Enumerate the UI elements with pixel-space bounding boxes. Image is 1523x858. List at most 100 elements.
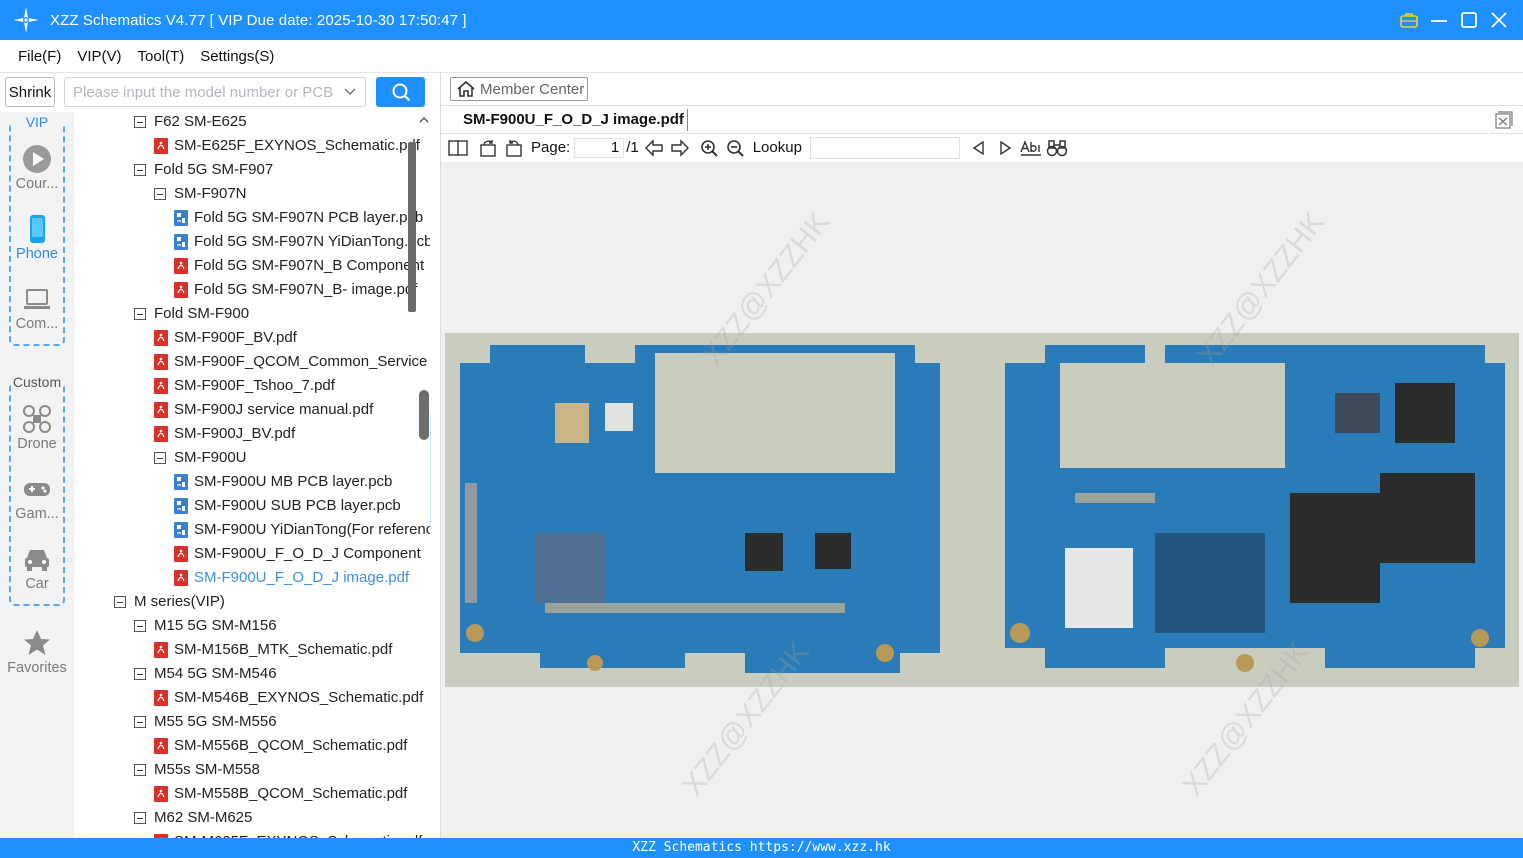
model-tree[interactable]: F62 SM-E625 SM-E625F_EXYNOS_Schematic.pdf… — [74, 112, 430, 838]
find-previous-button[interactable] — [966, 137, 992, 159]
tree-file-row[interactable]: SM-M625F_EXYNOS_Schematic.pdf — [154, 830, 430, 838]
vip-bag-button[interactable] — [1399, 6, 1419, 34]
rotate-right-button[interactable] — [501, 137, 527, 159]
category-courses[interactable]: Cour... — [0, 144, 74, 192]
member-center-button[interactable]: Member Center — [450, 77, 588, 101]
category-games[interactable]: Gam... — [0, 474, 74, 522]
collapse-toggle-icon[interactable] — [154, 452, 166, 464]
tree-file-row[interactable]: Fold 5G SM-F907N PCB layer.pcb — [174, 206, 430, 230]
zoom-in-icon — [700, 139, 718, 157]
page-total: /1 — [626, 139, 639, 156]
collapse-toggle-icon[interactable] — [134, 308, 146, 320]
tree-file-row[interactable]: SM-M156B_MTK_Schematic.pdf — [154, 638, 430, 662]
lookup-input[interactable] — [809, 136, 960, 159]
star-icon — [24, 630, 50, 655]
laptop-icon — [24, 289, 50, 309]
next-page-button[interactable] — [667, 137, 693, 159]
pdf-file-icon — [174, 258, 188, 274]
category-phone[interactable]: Phone — [0, 214, 74, 262]
tree-folder-row[interactable]: M15 5G SM-M156 — [134, 614, 430, 638]
toggle-sidebar-button[interactable] — [445, 137, 471, 159]
tree-file-row[interactable]: Fold 5G SM-F907N_B- image.pdf — [174, 278, 430, 302]
tree-file-row[interactable]: SM-F900F_QCOM_Common_Service — [154, 350, 430, 374]
zoom-out-icon — [726, 139, 744, 157]
category-drone[interactable]: Drone — [0, 404, 74, 452]
tree-scrollbar-thumb[interactable] — [408, 142, 416, 312]
close-button[interactable] — [1489, 6, 1509, 34]
maximize-button[interactable] — [1459, 6, 1479, 34]
page-number-input[interactable]: 1 — [574, 137, 625, 158]
tree-file-row[interactable]: Fold 5G SM-F907N_B Component — [174, 254, 430, 278]
minimize-button[interactable] — [1429, 6, 1449, 34]
tree-folder-row[interactable]: SM-F907N — [154, 182, 430, 206]
find-next-button[interactable] — [992, 137, 1018, 159]
tree-folder-row[interactable]: M62 SM-M625 — [134, 806, 430, 830]
tree-folder-row[interactable]: M series(VIP) — [114, 590, 430, 614]
zoom-out-button[interactable] — [723, 137, 749, 159]
search-input[interactable] — [65, 79, 333, 105]
search-combobox[interactable] — [64, 77, 366, 107]
tree-file-row[interactable]: SM-M558B_QCOM_Schematic.pdf — [154, 782, 430, 806]
tab-current-document[interactable]: SM-F900U_F_O_D_J image.pdf — [463, 111, 684, 128]
menu-tool[interactable]: Tool(T) — [130, 48, 193, 65]
close-tab-icon[interactable] — [1495, 111, 1513, 129]
collapse-toggle-icon[interactable] — [134, 164, 146, 176]
tree-item-label: SM-M546B_EXYNOS_Schematic.pdf — [174, 689, 424, 706]
tree-item-label: Fold 5G SM-F907N_B- image.pdf — [194, 281, 418, 298]
zoom-in-button[interactable] — [697, 137, 723, 159]
search-button[interactable] — [376, 77, 425, 107]
category-computer[interactable]: Com... — [0, 284, 74, 332]
collapse-toggle-icon[interactable] — [134, 716, 146, 728]
tree-file-row[interactable]: SM-F900J_BV.pdf — [154, 422, 430, 446]
tree-folder-row[interactable]: Fold 5G SM-F907 — [134, 158, 430, 182]
collapse-toggle-icon[interactable] — [134, 116, 146, 128]
menu-vip[interactable]: VIP(V) — [69, 48, 129, 65]
category-car[interactable]: Car — [0, 544, 74, 592]
tree-item-label: SM-F900U MB PCB layer.pcb — [194, 473, 393, 490]
tree-file-row[interactable]: SM-M546B_EXYNOS_Schematic.pdf — [154, 686, 430, 710]
tree-file-row[interactable]: SM-M556B_QCOM_Schematic.pdf — [154, 734, 430, 758]
collapse-toggle-icon[interactable] — [134, 668, 146, 680]
tree-file-row[interactable]: SM-F900U MB PCB layer.pcb — [174, 470, 430, 494]
previous-page-button[interactable] — [641, 137, 667, 159]
tree-folder-row[interactable]: M55 5G SM-M556 — [134, 710, 430, 734]
pdf-file-icon — [154, 738, 168, 754]
tree-folder-row[interactable]: Fold SM-F900 — [134, 302, 430, 326]
tree-file-row[interactable]: SM-F900U_F_O_D_J Component — [174, 542, 430, 566]
tree-file-row[interactable]: SM-F900J service manual.pdf — [154, 398, 430, 422]
menu-file[interactable]: File(F) — [10, 48, 69, 65]
collapse-toggle-icon[interactable] — [134, 764, 146, 776]
tree-folder-row[interactable]: F62 SM-E625 — [134, 112, 430, 134]
collapse-toggle-icon[interactable] — [134, 812, 146, 824]
tree-file-row[interactable]: SM-F900U SUB PCB layer.pcb — [174, 494, 430, 518]
find-all-button[interactable] — [1044, 137, 1070, 159]
tree-file-row[interactable]: SM-F900F_Tshoo_7.pdf — [154, 374, 430, 398]
scroll-up-icon[interactable] — [419, 116, 429, 124]
chevron-down-icon[interactable] — [343, 86, 357, 98]
tree-file-row[interactable]: SM-F900U_F_O_D_J image.pdf — [174, 566, 430, 590]
pcb-board-image[interactable] — [445, 333, 1519, 687]
shrink-button[interactable]: Shrink — [5, 77, 55, 107]
two-pane-icon — [448, 139, 468, 156]
match-case-button[interactable] — [1018, 137, 1044, 159]
tree-file-row[interactable]: SM-F900F_BV.pdf — [154, 326, 430, 350]
car-icon — [25, 550, 49, 571]
bag-icon — [1400, 13, 1418, 28]
tree-folder-row[interactable]: M54 5G SM-M546 — [134, 662, 430, 686]
tree-file-row[interactable]: SM-E625F_EXYNOS_Schematic.pdf — [154, 134, 430, 158]
pdf-viewer[interactable]: XZZ@XZZHK XZZ@XZZHK XZZ@XZZHK XZZ@XZZHK — [441, 162, 1523, 838]
tree-item-label: SM-F900F_QCOM_Common_Service — [174, 353, 428, 370]
tree-item-label: SM-F900U SUB PCB layer.pcb — [194, 497, 401, 514]
tree-item-label: SM-M625F_EXYNOS_Schematic.pdf — [174, 830, 422, 838]
tree-file-row[interactable]: Fold 5G SM-F907N YiDianTong.pcb — [174, 230, 430, 254]
tree-folder-row[interactable]: SM-F900U — [154, 446, 430, 470]
collapse-toggle-icon[interactable] — [134, 620, 146, 632]
collapse-toggle-icon[interactable] — [154, 188, 166, 200]
tree-file-row[interactable]: SM-F900U YiDianTong(For reference) — [174, 518, 430, 542]
rotate-left-button[interactable] — [475, 137, 501, 159]
tree-folder-row[interactable]: M55s SM-M558 — [134, 758, 430, 782]
menu-settings[interactable]: Settings(S) — [192, 48, 282, 65]
category-favorites[interactable]: Favorites — [0, 628, 74, 676]
collapse-toggle-icon[interactable] — [114, 596, 126, 608]
splitter-handle[interactable] — [419, 390, 429, 440]
